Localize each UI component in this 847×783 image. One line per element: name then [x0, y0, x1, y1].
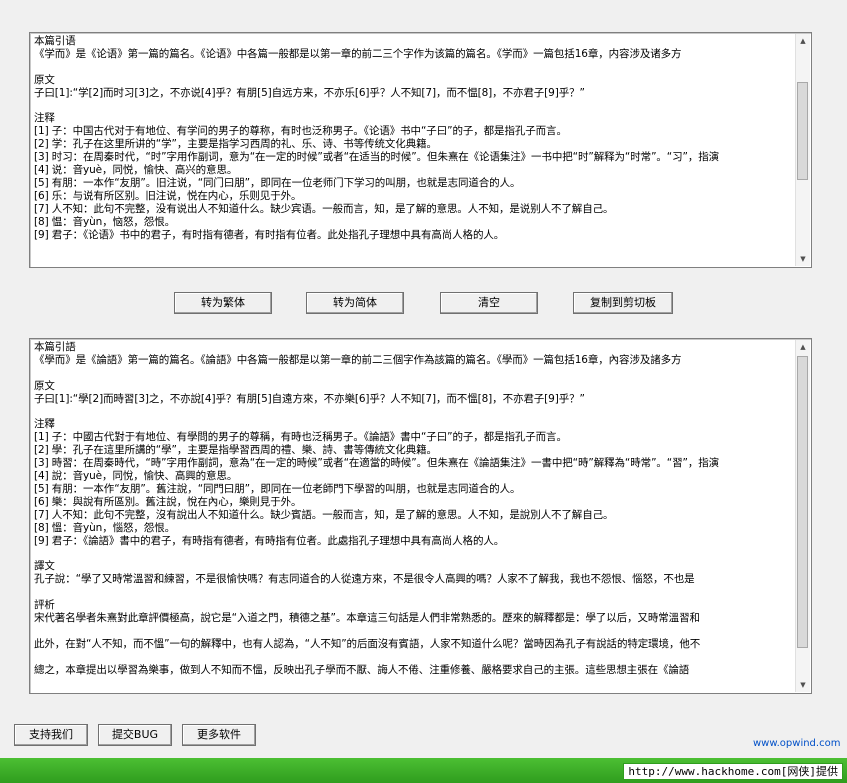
text-line: 子曰[1]:“学[2]而时习[3]之，不亦说[4]乎？有朋[5]自远方来，不亦乐… [34, 86, 585, 99]
text-line: 本篇引語 [34, 341, 76, 353]
scrollbar-thumb[interactable] [797, 82, 808, 180]
text-line: [3] 时习：在周秦时代，“时”字用作副词，意为“在一定的时候”或者“在适当的时… [34, 151, 720, 164]
text-line: 譯文 [34, 560, 55, 573]
text-line: [4] 说：音yuè，同悦，愉快、高兴的意思。 [34, 164, 238, 177]
site-link[interactable]: www.opwind.com [753, 738, 840, 749]
scroll-down-arrow-icon[interactable]: ▼ [796, 678, 810, 692]
text-line [34, 548, 793, 561]
text-line: [8] 愠：音yùn，恼怒，怨恨。 [34, 215, 176, 228]
traditional-text-content[interactable]: 本篇引語 《學而》是《論語》第一篇的篇名。《論語》中各篇一般都是以第一章的前二三個… [34, 341, 793, 691]
traditional-text-scrollbar[interactable]: ▲ ▼ [795, 340, 810, 692]
text-line: 原文 [34, 379, 55, 392]
simplified-text-scrollbar[interactable]: ▲ ▼ [795, 34, 810, 266]
text-line: 評析 [34, 599, 55, 612]
text-line: 總之，本章提出以學習為樂事，做到人不知而不慍，反映出孔子學而不厭、誨人不倦、注重… [34, 663, 690, 676]
traditional-text-area[interactable]: 本篇引語 《學而》是《論語》第一篇的篇名。《論語》中各篇一般都是以第一章的前二三個… [29, 338, 812, 694]
text-line [34, 367, 793, 380]
text-line: [2] 学：孔子在这里所讲的“学”，主要是指学习西周的礼、乐、诗、书等传统文化典… [34, 138, 437, 151]
text-line [34, 651, 793, 664]
to-traditional-button[interactable]: 转为繁体 [174, 292, 272, 314]
to-simplified-button[interactable]: 转为简体 [306, 292, 404, 314]
simplified-text-content[interactable]: 本篇引语 《学而》是《论语》第一篇的篇名。《论语》中各篇一般都是以第一章的前二三个… [34, 35, 793, 265]
text-line: 子曰[1]:“學[2]而時習[3]之，不亦說[4]乎？有朋[5]自遠方來，不亦樂… [34, 392, 585, 405]
text-line: [9] 君子：《論語》書中的君子，有時指有德者，有時指有位者。此處指孔子理想中具… [34, 534, 505, 547]
text-line: [1] 子：中國古代對于有地位、有學問的男子的尊稱，有時也泛稱男子。《論語》書中… [34, 431, 567, 444]
support-us-button[interactable]: 支持我们 [14, 724, 88, 746]
simplified-text-area[interactable]: 本篇引语 《学而》是《论语》第一篇的篇名。《论语》中各篇一般都是以第一章的前二三个… [29, 32, 812, 268]
text-line: [3] 時習：在周秦時代，“時”字用作副詞，意為“在一定的時候”或者“在適當的時… [34, 457, 720, 470]
text-line: 本篇引语 [34, 35, 76, 47]
more-software-button[interactable]: 更多软件 [182, 724, 256, 746]
text-line: 注釋 [34, 418, 55, 431]
submit-bug-button[interactable]: 提交BUG [98, 724, 172, 746]
clear-button[interactable]: 清空 [440, 292, 538, 314]
scroll-down-arrow-icon[interactable]: ▼ [796, 252, 810, 266]
text-line [34, 100, 793, 113]
text-line [34, 406, 793, 419]
provider-banner: http://www.hackhome.com[网侠]提供 [623, 763, 843, 780]
text-line: [2] 學：孔子在這里所講的“學”，主要是指學習西周的禮、樂、詩、書等傳統文化典… [34, 444, 437, 457]
scrollbar-thumb[interactable] [797, 356, 808, 648]
status-bar: http://www.hackhome.com[网侠]提供 [0, 758, 847, 783]
text-line: [6] 樂：與說有所區別。舊注說，悅在內心，樂則見于外。 [34, 495, 302, 508]
text-line: [1] 子：中国古代对于有地位、有学问的男子的尊称，有时也泛称男子。《论语》书中… [34, 125, 567, 138]
text-line: 《学而》是《论语》第一篇的篇名。《论语》中各篇一般都是以第一章的前二三个字作为该… [34, 47, 682, 60]
text-line [34, 586, 793, 599]
scroll-up-arrow-icon[interactable]: ▲ [796, 34, 810, 48]
text-line: 《學而》是《論語》第一篇的篇名。《論語》中各篇一般都是以第一章的前二三個字作為該… [34, 353, 682, 366]
text-line: [4] 說：音yuè，同悅，愉快、高興的意思。 [34, 470, 238, 483]
text-line: 原文 [34, 73, 55, 86]
text-line: [5] 有朋：一本作“友朋”。舊注說，“同門曰朋”，即同在一位老師門下學習的叫朋… [34, 482, 521, 495]
text-line: [8] 慍：音yùn，惱怒，怨恨。 [34, 521, 176, 534]
text-line: [5] 有朋：一本作“友朋”。旧注说，“同门曰朋”，即同在一位老师门下学习的叫朋… [34, 176, 521, 189]
text-line: 此外，在對“人不知，而不慍”一句的解釋中，也有人認為，“人不知”的后面沒有賓語，… [34, 637, 701, 650]
text-line [34, 625, 793, 638]
text-line: 宋代著名學者朱熹對此章評價極高，說它是“入道之門，積德之基”。本章這三句話是人們… [34, 612, 700, 625]
text-line [34, 61, 793, 74]
scroll-up-arrow-icon[interactable]: ▲ [796, 340, 810, 354]
text-line: [7] 人不知：此句不完整，没有说出人不知道什么。缺少宾语。一般而言，知，是了解… [34, 202, 614, 215]
text-line: [7] 人不知：此句不完整，沒有說出人不知道什么。缺少賓語。一般而言，知，是了解… [34, 508, 614, 521]
copy-to-clipboard-button[interactable]: 复制到剪切板 [573, 292, 673, 314]
text-line: [6] 乐：与说有所区别。旧注说，悦在内心，乐则见于外。 [34, 189, 302, 202]
text-line: 注释 [34, 112, 55, 125]
text-line: [9] 君子：《论语》书中的君子，有时指有德者，有时指有位者。此处指孔子理想中具… [34, 228, 505, 241]
text-line: 孔子說：“學了又時常溫習和練習，不是很愉快嗎？有志同道合的人從遠方來，不是很令人… [34, 573, 695, 586]
